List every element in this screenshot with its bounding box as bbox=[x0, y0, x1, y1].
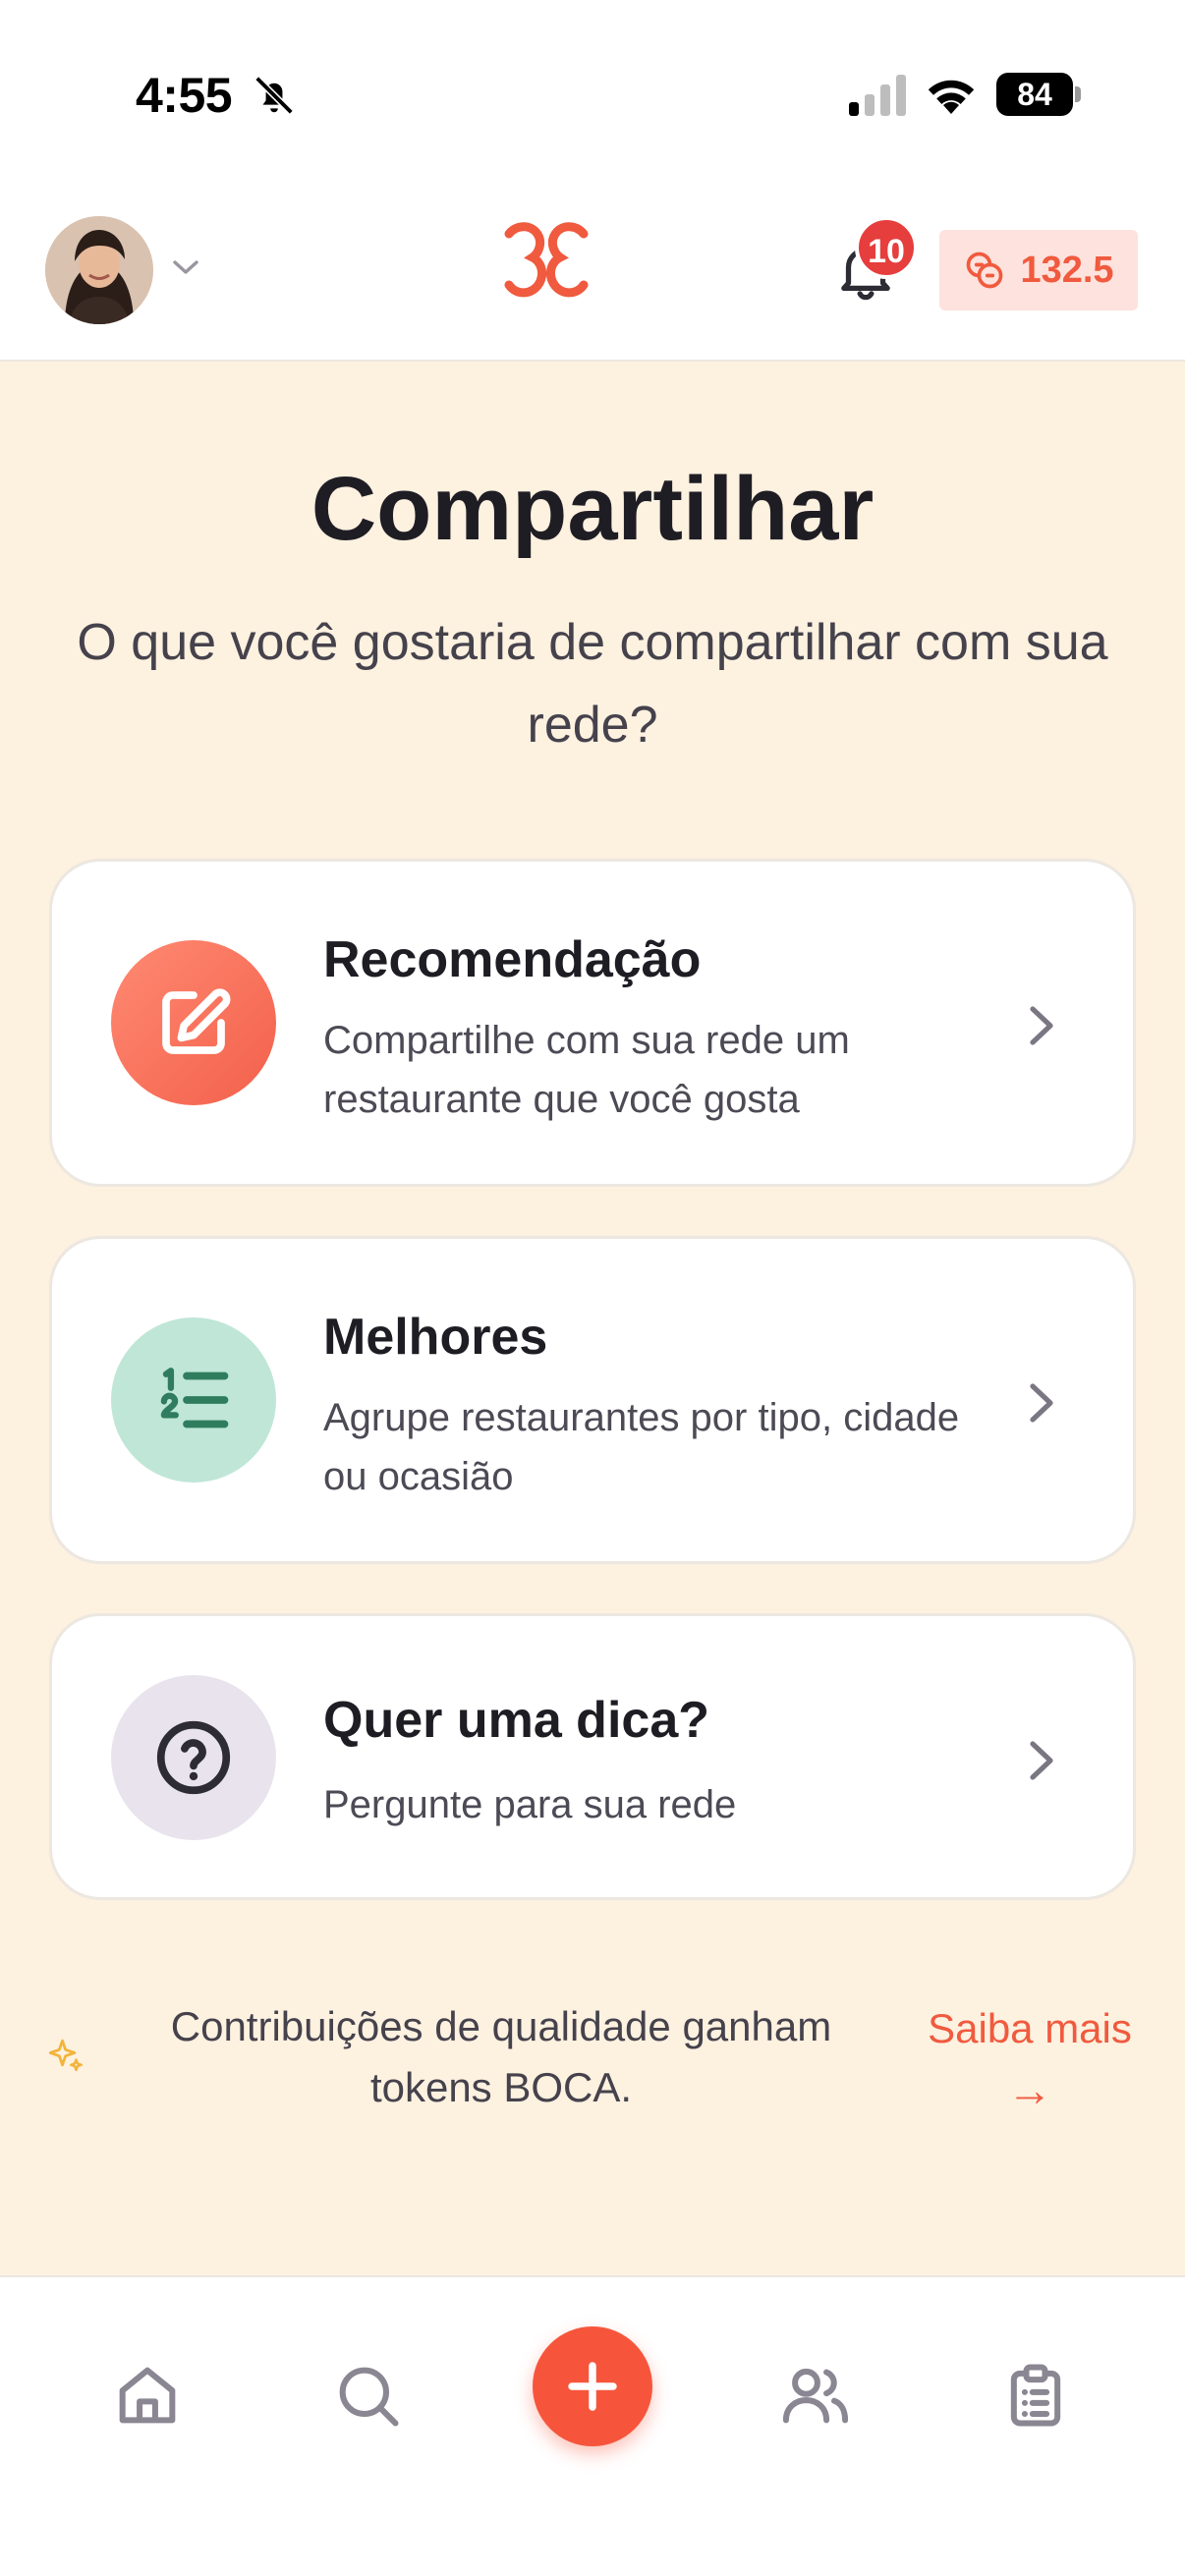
chevron-down-icon[interactable] bbox=[171, 257, 200, 277]
app-header: 10 132.5 bbox=[0, 187, 1185, 362]
best-of-card[interactable]: Melhores Agrupe restaurantes por tipo, c… bbox=[49, 1236, 1136, 1564]
status-bar: 4:55 84 bbox=[0, 0, 1185, 187]
search-icon[interactable] bbox=[330, 2358, 405, 2433]
battery-tip bbox=[1075, 86, 1081, 102]
wifi-icon bbox=[928, 80, 975, 114]
bottom-nav bbox=[0, 2275, 1185, 2576]
add-button[interactable] bbox=[533, 2326, 652, 2446]
avatar[interactable] bbox=[45, 216, 153, 324]
coins-icon bbox=[967, 252, 1003, 289]
chevron-right-icon bbox=[1030, 1006, 1053, 1045]
friends-icon[interactable] bbox=[778, 2358, 853, 2433]
avatar-image bbox=[45, 216, 153, 324]
chevron-right-icon bbox=[1030, 1741, 1053, 1780]
notification-count-badge: 10 bbox=[855, 216, 918, 279]
recommendation-icon-circle bbox=[111, 940, 276, 1105]
best-of-title: Melhores bbox=[323, 1309, 548, 1366]
share-page: Compartilhar O que você gostaria de comp… bbox=[0, 362, 1185, 2275]
home-icon[interactable] bbox=[110, 2358, 185, 2433]
ask-tip-title: Quer uma dica? bbox=[323, 1692, 709, 1749]
clipboard-icon[interactable] bbox=[998, 2358, 1073, 2433]
ask-tip-description: Pergunte para sua rede bbox=[323, 1783, 737, 1826]
sparkle-icon bbox=[48, 2039, 83, 2072]
best-of-description: Agrupe restaurantes por tipo, cidade ou … bbox=[323, 1396, 960, 1498]
add-icon bbox=[568, 2362, 617, 2411]
page-title: Compartilhar bbox=[310, 459, 875, 559]
token-info-note: Contribuições de qualidade ganham tokens… bbox=[170, 2003, 832, 2110]
learn-more-label: Saiba mais bbox=[928, 2005, 1132, 2051]
edit-icon bbox=[162, 988, 231, 1054]
page-subtitle: O que você gostaria de compartilhar com … bbox=[77, 614, 1108, 754]
learn-more-link[interactable]: Saiba mais → bbox=[912, 1998, 1148, 2120]
battery-indicator: 84 bbox=[996, 73, 1081, 116]
boca-logo bbox=[504, 222, 589, 298]
recommendation-title: Recomendação bbox=[323, 931, 702, 988]
battery-level: 84 bbox=[996, 73, 1073, 116]
ask-tip-icon-circle bbox=[111, 1675, 276, 1840]
chevron-right-icon bbox=[1030, 1383, 1053, 1423]
question-icon bbox=[156, 1720, 231, 1795]
token-balance-pill[interactable]: 132.5 bbox=[939, 230, 1138, 310]
status-time: 4:55 bbox=[136, 68, 233, 123]
recommendation-card[interactable]: Recomendação Compartilhe com sua rede um… bbox=[49, 859, 1136, 1187]
token-balance-value: 132.5 bbox=[1020, 249, 1114, 291]
cellular-signal-icon bbox=[849, 75, 906, 116]
ask-tip-card[interactable]: Quer uma dica? Pergunte para sua rede bbox=[49, 1613, 1136, 1900]
numbered-list-icon bbox=[160, 1368, 229, 1428]
arrow-right-icon: → bbox=[1007, 2064, 1052, 2115]
bell-slash-icon bbox=[254, 76, 294, 115]
best-of-icon-circle bbox=[111, 1317, 276, 1483]
recommendation-description: Compartilhe com sua rede um restaurante … bbox=[323, 1019, 850, 1121]
